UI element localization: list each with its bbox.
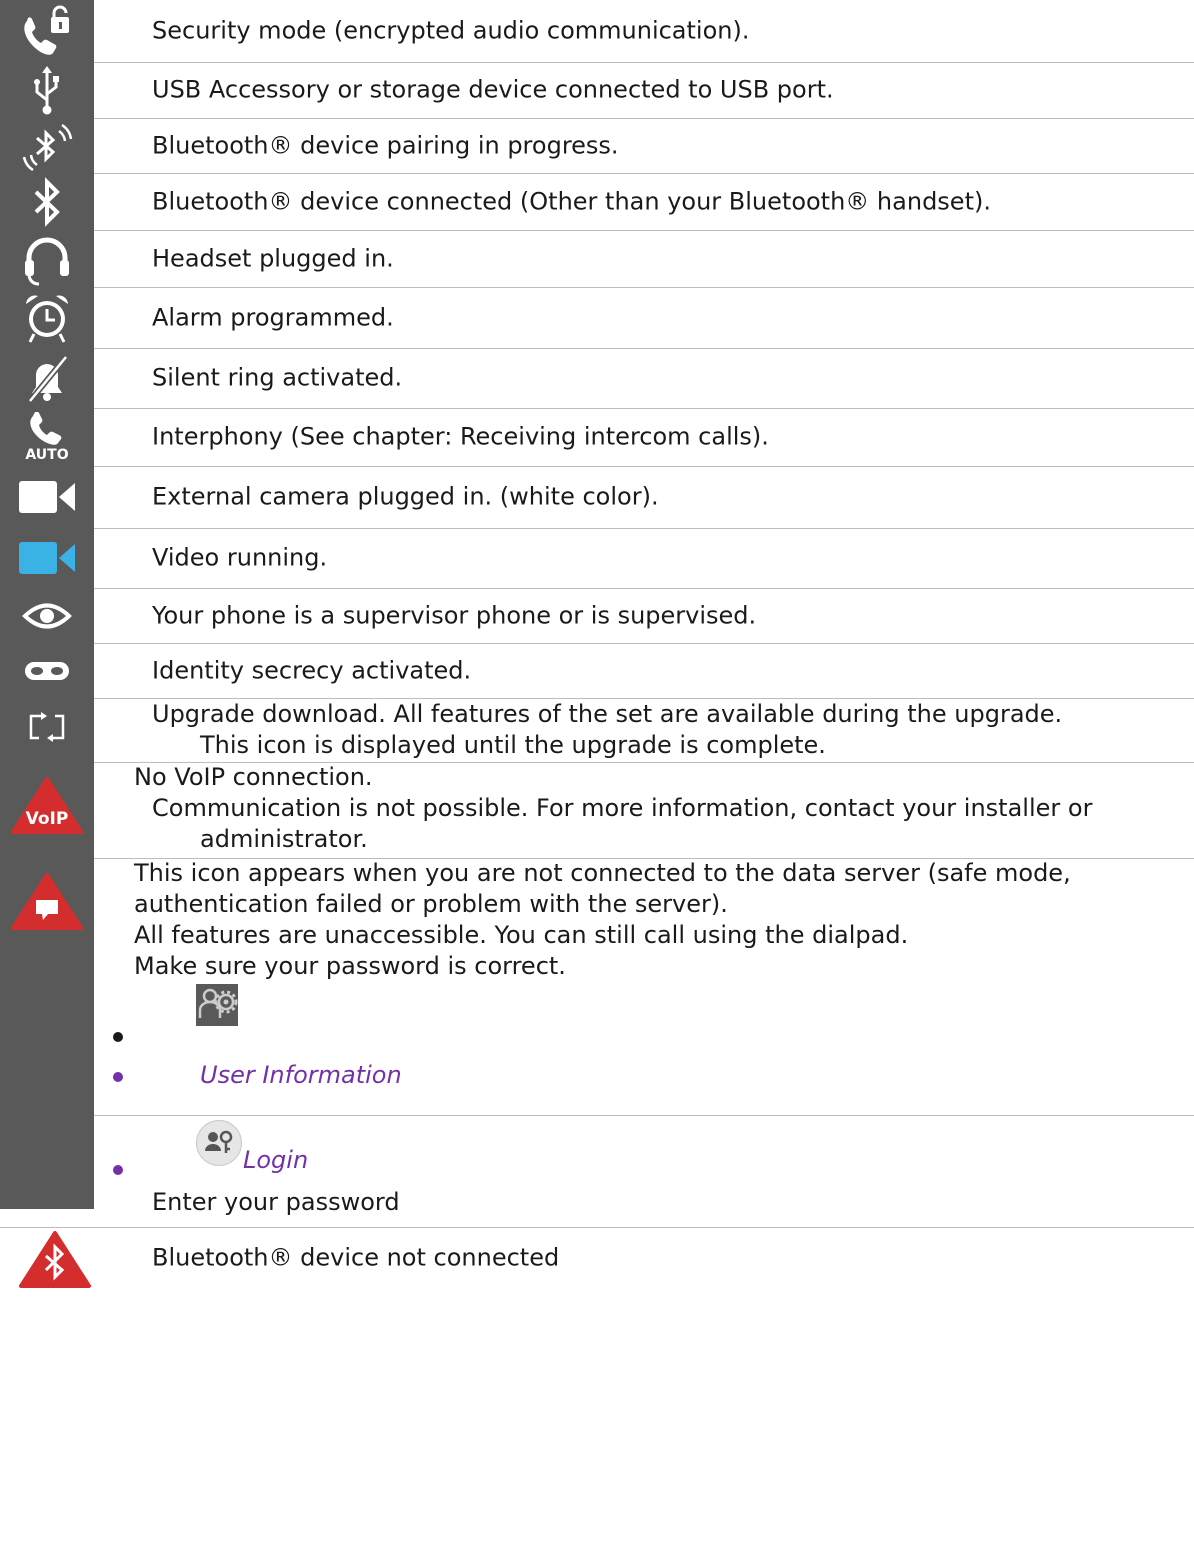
- row-description: Identity secrecy activated.: [152, 656, 472, 684]
- icon-row-data-server: This icon appears when you are not conne…: [0, 858, 1194, 1116]
- usb-icon: [0, 62, 94, 118]
- icon-row-alarm: Alarm programmed.: [0, 287, 1194, 349]
- login-key-icon[interactable]: [196, 1120, 242, 1166]
- phone-auto-icon: AUTO: [0, 408, 94, 466]
- alarm-clock-icon: [0, 287, 94, 348]
- voip-line-3: administrator.: [200, 825, 368, 853]
- bluetooth-icon: [0, 173, 94, 230]
- bullet: [113, 1032, 123, 1042]
- bluetooth-warning-icon: [18, 1230, 92, 1292]
- row-description: Bluetooth® device not connected: [152, 1243, 560, 1272]
- icon-cell-filler: [0, 1115, 94, 1209]
- icon-row-upgrade: Upgrade download. All features of the se…: [0, 698, 1194, 763]
- icon-row-bluetooth: Bluetooth® device connected (Other than …: [0, 173, 1194, 231]
- camera-blue-icon: [0, 528, 94, 588]
- icon-row-identity-secrecy: Identity secrecy activated.: [0, 643, 1194, 699]
- icon-row-bluetooth-not-connected: Bluetooth® device not connected: [0, 1228, 1194, 1288]
- data-server-line-3: All features are unaccessible. You can s…: [134, 921, 909, 949]
- mask-icon: [0, 643, 94, 698]
- user-information-link[interactable]: User Information: [200, 1060, 402, 1091]
- data-server-line-1: This icon appears when you are not conne…: [134, 859, 1071, 887]
- voip-line-2: Communication is not possible. For more …: [152, 794, 1093, 822]
- user-settings-icon[interactable]: [196, 984, 238, 1026]
- data-server-warning-icon: [0, 858, 94, 1115]
- row-description: Security mode (encrypted audio communica…: [152, 16, 750, 45]
- row-description: Interphony (See chapter: Receiving inter…: [152, 422, 769, 451]
- eye-icon: [0, 588, 94, 643]
- icon-row-silent-ring: Silent ring activated.: [0, 348, 1194, 409]
- upgrade-icon: [0, 698, 94, 762]
- row-description: Bluetooth® device pairing in progress.: [152, 131, 619, 159]
- security-lock-phone-icon: [0, 0, 94, 62]
- data-server-line-2: authentication failed or problem with th…: [134, 890, 728, 918]
- bullet: [113, 1165, 123, 1175]
- data-server-line-4: Make sure your password is correct.: [134, 952, 566, 980]
- icon-row-external-camera: External camera plugged in. (white color…: [0, 466, 1194, 529]
- auto-badge: AUTO: [25, 446, 69, 463]
- voip-badge: VoIP: [26, 809, 69, 829]
- row-description: Your phone is a supervisor phone or is s…: [152, 601, 757, 629]
- voip-warning-icon: VoIP: [0, 762, 94, 858]
- silent-bell-icon: [0, 348, 94, 408]
- camera-white-icon: [0, 466, 94, 528]
- row-description: Silent ring activated.: [152, 363, 403, 392]
- enter-password-text: Enter your password: [152, 1188, 400, 1216]
- row-description: Headset plugged in.: [152, 244, 394, 272]
- icon-row-no-voip: VoIP No VoIP connection. Communication i…: [0, 762, 1194, 859]
- row-description: USB Accessory or storage device connecte…: [152, 75, 834, 104]
- icon-row-usb: USB Accessory or storage device connecte…: [0, 62, 1194, 119]
- bluetooth-pairing-icon: [0, 118, 94, 173]
- row-description: External camera plugged in. (white color…: [152, 482, 659, 511]
- upgrade-line-2: This icon is displayed until the upgrade…: [200, 731, 826, 759]
- row-description: Alarm programmed.: [152, 303, 394, 331]
- login-link[interactable]: Login: [243, 1145, 308, 1176]
- row-description: Bluetooth® device connected (Other than …: [152, 187, 991, 215]
- bullet: [113, 1072, 123, 1082]
- icon-row-security: Security mode (encrypted audio communica…: [0, 0, 1194, 63]
- icon-row-bluetooth-pairing: Bluetooth® device pairing in progress.: [0, 118, 1194, 174]
- upgrade-line-1: Upgrade download. All features of the se…: [152, 700, 1063, 728]
- icon-row-headset: Headset plugged in.: [0, 230, 1194, 288]
- icon-row-supervision: Your phone is a supervisor phone or is s…: [0, 588, 1194, 644]
- icon-row-video-running: Video running.: [0, 528, 1194, 589]
- headset-icon: [0, 230, 94, 287]
- row-description: Video running.: [152, 543, 328, 572]
- voip-line-1: No VoIP connection.: [134, 763, 373, 791]
- icon-row-interphony: AUTO Interphony (See chapter: Receiving …: [0, 408, 1194, 467]
